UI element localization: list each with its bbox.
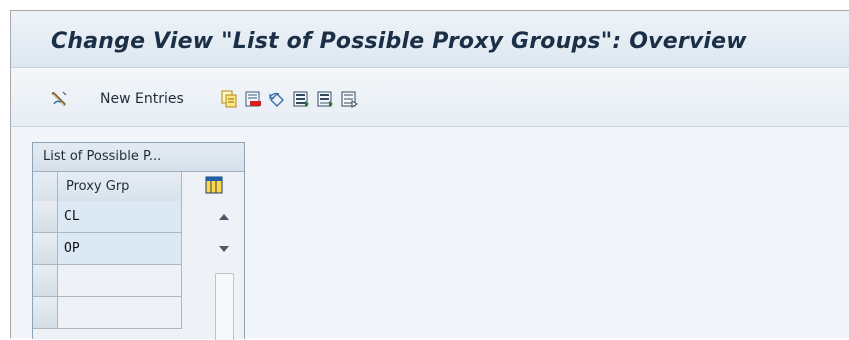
table-settings-icon[interactable] (205, 176, 223, 194)
new-entries-button[interactable]: New Entries (100, 91, 184, 107)
row-selector[interactable] (33, 233, 58, 265)
row-selector[interactable] (33, 265, 58, 297)
delete-icon[interactable] (244, 90, 262, 108)
scroll-down-arrow-icon[interactable] (215, 241, 233, 257)
undo-change-icon[interactable] (268, 90, 286, 108)
row-selector[interactable] (33, 297, 58, 329)
column-header-proxy-grp[interactable]: Proxy Grp (58, 172, 182, 202)
main-window: Change View "List of Possible Proxy Grou… (10, 10, 849, 340)
select-all-rows-button[interactable] (33, 172, 58, 202)
scroll-up-arrow-icon[interactable] (215, 209, 233, 225)
scrollbar-thumb[interactable] (215, 273, 234, 340)
proxy-grp-cell[interactable] (58, 265, 182, 297)
application-toolbar: New Entries (11, 68, 849, 127)
table-row[interactable] (33, 265, 205, 297)
proxy-grp-cell[interactable]: CL (58, 201, 182, 233)
proxy-grp-cell[interactable] (58, 297, 182, 329)
page-title: Change View "List of Possible Proxy Grou… (51, 29, 747, 54)
proxy-grp-cell[interactable]: OP (58, 233, 182, 265)
edit-display-toggle-icon[interactable] (50, 90, 68, 108)
table-row[interactable]: OP (33, 233, 205, 265)
vertical-scrollbar[interactable] (205, 201, 243, 340)
copy-as-icon[interactable] (220, 90, 238, 108)
select-block-icon[interactable] (316, 90, 334, 108)
select-all-icon[interactable] (292, 90, 310, 108)
row-selector[interactable] (33, 201, 58, 233)
title-bar: Change View "List of Possible Proxy Grou… (11, 11, 849, 68)
content-area: List of Possible P... Proxy Grp CL OP (11, 127, 849, 340)
deselect-all-icon[interactable] (340, 90, 358, 108)
table-row[interactable]: CL (33, 201, 205, 233)
proxy-groups-table: List of Possible P... Proxy Grp CL OP (32, 142, 245, 340)
table-row[interactable] (33, 297, 205, 329)
table-title: List of Possible P... (33, 143, 244, 172)
